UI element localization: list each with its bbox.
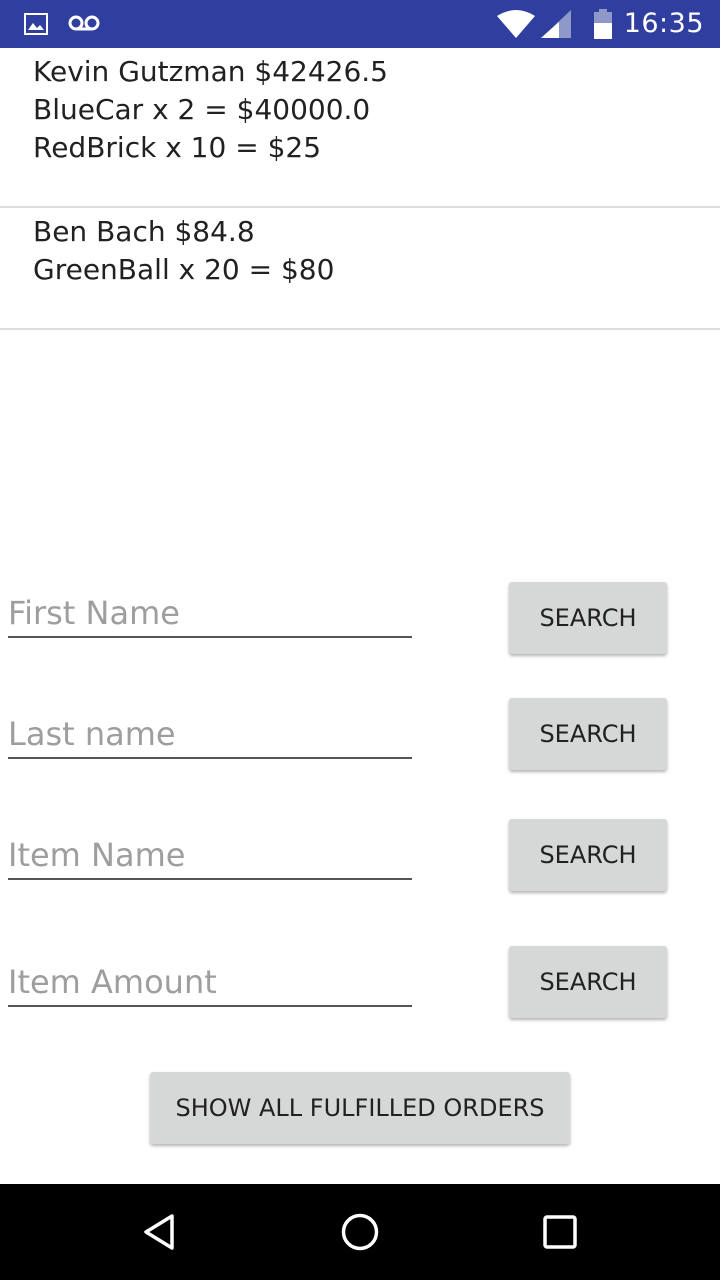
back-icon[interactable] xyxy=(128,1200,192,1264)
voicemail-icon xyxy=(68,15,100,36)
last-name-input[interactable] xyxy=(8,715,412,759)
list-item[interactable]: Kevin Gutzman $42426.5 BlueCar x 2 = $40… xyxy=(0,48,720,208)
status-bar: 16:35 xyxy=(0,0,720,48)
order-line: BlueCar x 2 = $40000.0 xyxy=(33,93,371,126)
orders-list: Kevin Gutzman $42426.5 BlueCar x 2 = $40… xyxy=(0,48,720,330)
status-time: 16:35 xyxy=(623,8,704,39)
battery-icon xyxy=(593,9,613,44)
navigation-bar xyxy=(0,1184,720,1280)
first-name-input[interactable] xyxy=(8,594,412,638)
show-all-fulfilled-orders-button[interactable]: SHOW ALL FULFILLED ORDERS xyxy=(150,1072,570,1144)
search-item-name-button[interactable]: SEARCH xyxy=(509,819,667,891)
item-name-input[interactable] xyxy=(8,836,412,880)
list-item[interactable]: Ben Bach $84.8 GreenBall x 20 = $80 xyxy=(0,208,720,330)
order-header: Kevin Gutzman $42426.5 xyxy=(33,55,388,88)
recents-icon[interactable] xyxy=(528,1200,592,1264)
order-header: Ben Bach $84.8 xyxy=(33,215,255,248)
cell-signal-icon xyxy=(541,10,571,43)
item-amount-input[interactable] xyxy=(8,963,412,1007)
search-first-name-button[interactable]: SEARCH xyxy=(509,582,667,654)
search-last-name-button[interactable]: SEARCH xyxy=(509,698,667,770)
search-item-amount-button[interactable]: SEARCH xyxy=(509,946,667,1018)
order-line: GreenBall x 20 = $80 xyxy=(33,253,335,286)
image-notification-icon xyxy=(24,13,48,40)
wifi-icon xyxy=(497,10,535,43)
order-line: RedBrick x 10 = $25 xyxy=(33,131,322,164)
home-icon[interactable] xyxy=(328,1200,392,1264)
